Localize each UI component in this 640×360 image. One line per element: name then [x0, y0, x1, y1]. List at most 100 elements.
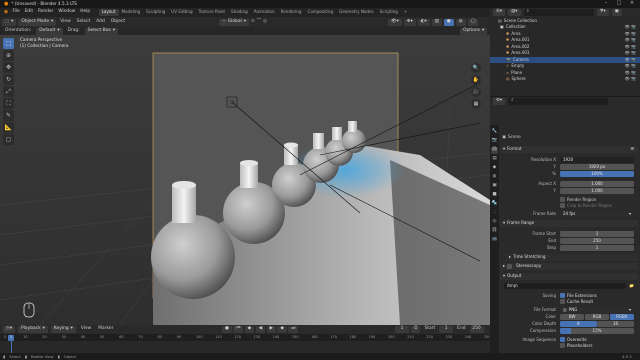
time-stretching-subpanel[interactable]: ▸ Time Stretching: [506, 254, 638, 261]
transform-orientation-dropdown[interactable]: ⊹ Global ▾: [219, 18, 249, 26]
jump-end-button[interactable]: ⏭: [288, 326, 299, 333]
overlay-toggle[interactable]: ◐▾: [417, 18, 430, 26]
add-cube-tool-icon[interactable]: ▢: [3, 134, 14, 145]
workspace-tab-uv-editing[interactable]: UV Editing: [168, 9, 195, 16]
outliner-row[interactable]: ▣ Collection 👁 📷: [490, 24, 640, 30]
placeholders-checkbox[interactable]: [560, 343, 565, 348]
keying-menu[interactable]: Keying ▾: [50, 326, 76, 333]
properties-search[interactable]: ⌕: [508, 97, 609, 105]
outliner-filter[interactable]: ⧩▾: [596, 9, 609, 16]
move-tool-icon[interactable]: ✥: [3, 62, 14, 73]
outliner-display-mode[interactable]: ▤▾: [508, 9, 521, 16]
visibility-toggle-icon[interactable]: 👁 📷: [625, 38, 636, 42]
frame-rate-dropdown[interactable]: 24 fps ▾: [560, 210, 634, 217]
menu-window[interactable]: Window: [56, 9, 78, 16]
orientation-dropdown[interactable]: Default ▾: [36, 27, 63, 35]
timeline-ruler[interactable]: 0 10 20 30 40 50 60 70 80 90 100 110 120 130 140 150 160…: [0, 334, 490, 341]
resolution-y-field[interactable]: 1920 px: [560, 163, 634, 170]
color-rgba-button[interactable]: RGBA: [609, 313, 634, 320]
cache-result-checkbox[interactable]: [560, 299, 565, 304]
crop-region-checkbox[interactable]: [560, 203, 565, 208]
aspect-x-field[interactable]: 1.000: [560, 180, 634, 187]
color-bw-button[interactable]: BW: [560, 313, 585, 320]
select-box-tool-icon[interactable]: ⬚: [3, 38, 14, 49]
playback-menu[interactable]: Playback ▾: [18, 326, 48, 333]
view-layer-tab-icon[interactable]: ▤: [491, 156, 498, 163]
compression-slider[interactable]: 15%: [560, 327, 634, 334]
perspective-toggle-icon[interactable]: ▦: [471, 99, 481, 109]
transform-tool-icon[interactable]: ⛶: [3, 98, 14, 109]
frame-start-field[interactable]: 1: [560, 230, 634, 237]
cursor-tool-icon[interactable]: ⊕: [3, 50, 14, 61]
outliner-row[interactable]: ▱ Plane 👁 📷: [490, 70, 640, 76]
aspect-y-field[interactable]: 1.000: [560, 187, 634, 194]
outliner-row[interactable]: ◍ Sphere 👁 📷: [490, 76, 640, 82]
data-tab-icon[interactable]: 📹: [491, 237, 498, 244]
end-frame-field[interactable]: 250: [469, 326, 484, 333]
modifier-tab-icon[interactable]: 🔩: [491, 201, 498, 208]
pan-view-icon[interactable]: ✋: [471, 75, 481, 85]
collection-tab-icon[interactable]: ▣: [491, 183, 498, 190]
resolution-x-field[interactable]: 1920: [560, 156, 634, 163]
visibility-toggle-icon[interactable]: 👁 📷: [625, 44, 636, 49]
jump-start-button[interactable]: ⏮: [233, 326, 244, 333]
outliner-row[interactable]: ✺ Area.002 👁 📷: [490, 44, 640, 50]
measure-tool-icon[interactable]: 📐: [3, 122, 14, 133]
output-panel-header[interactable]: ▾ Output: [500, 273, 638, 280]
add-workspace-button[interactable]: +: [401, 9, 410, 16]
color-depth-16-button[interactable]: 16: [597, 320, 634, 327]
maximize-button[interactable]: □: [613, 1, 625, 7]
record-button[interactable]: ●: [222, 326, 232, 333]
blender-menu-icon[interactable]: ◉: [2, 10, 10, 15]
resolution-percent-field[interactable]: 100%: [560, 170, 634, 177]
new-collection-button[interactable]: ▣: [611, 9, 622, 16]
timeline-keyframe-area[interactable]: [0, 341, 490, 353]
constraints-tab-icon[interactable]: ⛓: [491, 228, 498, 235]
annotate-tool-icon[interactable]: ✎: [3, 110, 14, 121]
object-tab-icon[interactable]: ■: [491, 192, 498, 199]
output-tab-icon[interactable]: 🖨: [491, 147, 498, 154]
minimize-button[interactable]: –: [600, 1, 612, 7]
render-tab-icon[interactable]: 📷: [491, 138, 498, 145]
3d-viewport[interactable]: Camera Perspective (1) Collection | Came…: [0, 35, 490, 325]
workspace-tab-rendering[interactable]: Rendering: [278, 9, 305, 16]
menu-file[interactable]: File: [10, 9, 22, 16]
gizmo-toggle[interactable]: ✥▾: [403, 18, 416, 26]
outliner-search[interactable]: ⌕: [523, 9, 594, 16]
workspace-tab-sculpting[interactable]: Sculpting: [143, 9, 168, 16]
color-rgb-button[interactable]: RGB: [584, 313, 610, 320]
proportional-edit-icon[interactable]: ◎: [263, 19, 267, 24]
camera-view-icon[interactable]: 🎥: [471, 87, 481, 97]
outliner-editor-type[interactable]: ☰▾: [493, 9, 506, 16]
output-path-field[interactable]: /tmp\: [504, 282, 626, 289]
physics-tab-icon[interactable]: ◎: [491, 219, 498, 226]
frame-end-field[interactable]: 250: [560, 237, 634, 244]
outliner-row[interactable]: 📷 Camera 👁 📷: [490, 56, 640, 63]
options-dropdown[interactable]: Options ▾: [460, 27, 488, 35]
particles-tab-icon[interactable]: ∴: [491, 210, 498, 217]
properties-editor-type[interactable]: ⚙▾: [493, 97, 506, 105]
close-button[interactable]: ×: [626, 1, 638, 7]
visibility-toggle-icon[interactable]: 👁 📷: [625, 57, 636, 62]
shading-solid-button[interactable]: ●: [443, 18, 454, 26]
xray-toggle[interactable]: ▨: [431, 18, 442, 26]
stereoscopy-checkbox[interactable]: [507, 264, 513, 269]
use-preview-range-icon[interactable]: ⏱: [411, 326, 421, 333]
presets-icon[interactable]: ☰: [630, 147, 634, 151]
scene-tab-icon[interactable]: ◆: [491, 165, 498, 172]
outliner-row[interactable]: ✺ Area.003 👁 📷: [490, 50, 640, 56]
menu-edit[interactable]: Edit: [22, 9, 35, 16]
stereoscopy-panel-header[interactable]: ▸ Stereoscopy: [500, 263, 638, 270]
viewport-menu-select[interactable]: Select: [75, 19, 93, 24]
workspace-tab-scripting[interactable]: Scripting: [377, 9, 401, 16]
visibility-toggle-icon[interactable]: 👁 📷: [625, 31, 636, 36]
timeline-view-menu[interactable]: View: [79, 326, 93, 331]
workspace-tab-shading[interactable]: Shading: [228, 9, 251, 16]
rotate-tool-icon[interactable]: ↻: [3, 74, 14, 85]
visibility-toggle-icon[interactable]: 👁 📷: [625, 70, 636, 75]
color-depth-8-button[interactable]: 8: [560, 320, 597, 327]
world-tab-icon[interactable]: ◍: [491, 174, 498, 181]
workspace-tab-geometry-nodes[interactable]: Geometry Nodes: [336, 9, 377, 16]
drag-dropdown[interactable]: Select Box ▾: [84, 27, 119, 35]
viewport-menu-view[interactable]: View: [58, 19, 72, 24]
